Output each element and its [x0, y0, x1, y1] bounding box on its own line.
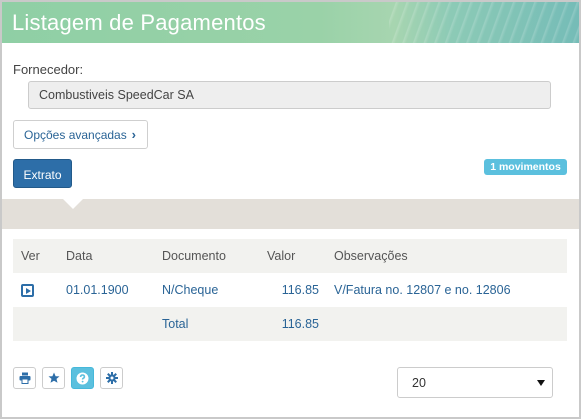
page-size-value: 20	[412, 376, 426, 390]
fornecedor-label: Fornecedor:	[13, 62, 84, 77]
fornecedor-field[interactable]: Combustiveis SpeedCar SA	[28, 81, 551, 109]
print-icon	[19, 372, 30, 384]
settings-button[interactable]	[100, 367, 123, 389]
row-data[interactable]: 01.01.1900	[66, 283, 129, 297]
section-divider-band	[2, 199, 579, 229]
column-header-ver[interactable]: Ver	[21, 249, 40, 263]
page-header: Listagem de Pagamentos	[2, 2, 579, 43]
column-header-valor[interactable]: Valor	[267, 249, 295, 263]
column-header-data[interactable]: Data	[66, 249, 92, 263]
advanced-options-button[interactable]: Opções avançadas ›	[13, 120, 148, 149]
movements-count-badge: 1 movimentos	[484, 159, 567, 175]
view-icon[interactable]	[21, 284, 34, 297]
page-title: Listagem de Pagamentos	[12, 10, 266, 35]
divider-notch	[63, 199, 83, 209]
row-documento[interactable]: N/Cheque	[162, 283, 218, 297]
payments-table: Ver Data Documento Valor Observações 01.…	[13, 239, 567, 341]
table-row: 01.01.1900 N/Cheque 116.85 V/Fatura no. …	[13, 273, 567, 307]
column-header-documento[interactable]: Documento	[162, 249, 226, 263]
print-button[interactable]	[13, 367, 36, 389]
chevron-right-icon: ›	[131, 127, 136, 142]
advanced-options-label: Opções avançadas	[24, 128, 127, 142]
row-observacoes[interactable]: V/Fatura no. 12807 e no. 12806	[334, 283, 511, 297]
page-size-select[interactable]: 20	[397, 367, 553, 398]
extrato-button[interactable]: Extrato	[13, 159, 72, 188]
table-header-row: Ver Data Documento Valor Observações	[13, 239, 567, 273]
column-header-observacoes[interactable]: Observações	[334, 249, 408, 263]
total-value: 116.85	[281, 317, 319, 331]
caret-down-icon	[537, 380, 545, 386]
total-row: Total 116.85	[13, 307, 567, 341]
help-button[interactable]	[71, 367, 94, 389]
help-icon	[76, 372, 89, 385]
favorite-button[interactable]	[42, 367, 65, 389]
row-valor[interactable]: 116.85	[282, 283, 319, 297]
star-icon	[48, 372, 59, 383]
total-label: Total	[162, 317, 189, 331]
gear-icon	[105, 372, 118, 384]
header-decoration	[389, 2, 579, 43]
